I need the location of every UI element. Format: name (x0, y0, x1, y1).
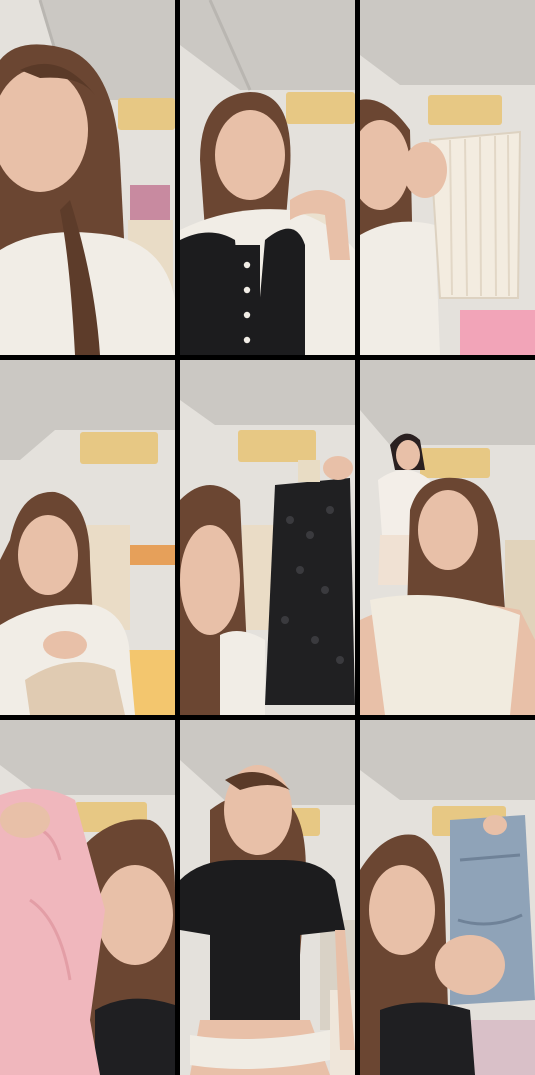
face (180, 525, 240, 635)
hand (403, 142, 447, 198)
price-tag (298, 460, 320, 482)
air-conditioner (118, 98, 175, 130)
tile-7-scene (0, 720, 175, 1075)
face (369, 865, 435, 955)
tile-2-scene (180, 0, 355, 355)
video-tile-5[interactable] (180, 360, 355, 715)
air-conditioner (428, 95, 502, 125)
video-tile-9[interactable] (360, 720, 535, 1075)
white-shirt (220, 631, 265, 715)
video-tile-7[interactable] (0, 720, 175, 1075)
video-tile-4[interactable] (0, 360, 175, 715)
white-shirt (360, 221, 440, 355)
tile-3-scene (360, 0, 535, 355)
face (215, 110, 285, 200)
tile-6-scene (360, 360, 535, 715)
hand (43, 631, 87, 659)
tile-5-scene (180, 360, 355, 715)
off-shoulder-top (370, 595, 520, 715)
black-top (380, 1002, 475, 1075)
video-tile-2[interactable] (180, 0, 355, 355)
video-tile-6[interactable] (360, 360, 535, 715)
air-conditioner (286, 92, 355, 124)
tile-9-scene (360, 720, 535, 1075)
hand (0, 802, 50, 838)
black-lace-top (265, 478, 355, 705)
hand (435, 935, 505, 995)
video-grid (0, 0, 535, 1075)
black-top (95, 998, 175, 1075)
face (418, 490, 478, 570)
air-conditioner (420, 448, 490, 478)
tile-4-scene (0, 360, 175, 715)
air-conditioner (80, 432, 158, 464)
face (97, 865, 173, 965)
tile-1-scene (0, 0, 175, 355)
air-conditioner (238, 430, 316, 462)
tile-8-scene (180, 720, 355, 1075)
video-tile-1[interactable] (0, 0, 175, 355)
face (18, 515, 78, 595)
video-tile-3[interactable] (360, 0, 535, 355)
hand (323, 456, 353, 480)
video-tile-8[interactable] (180, 720, 355, 1075)
